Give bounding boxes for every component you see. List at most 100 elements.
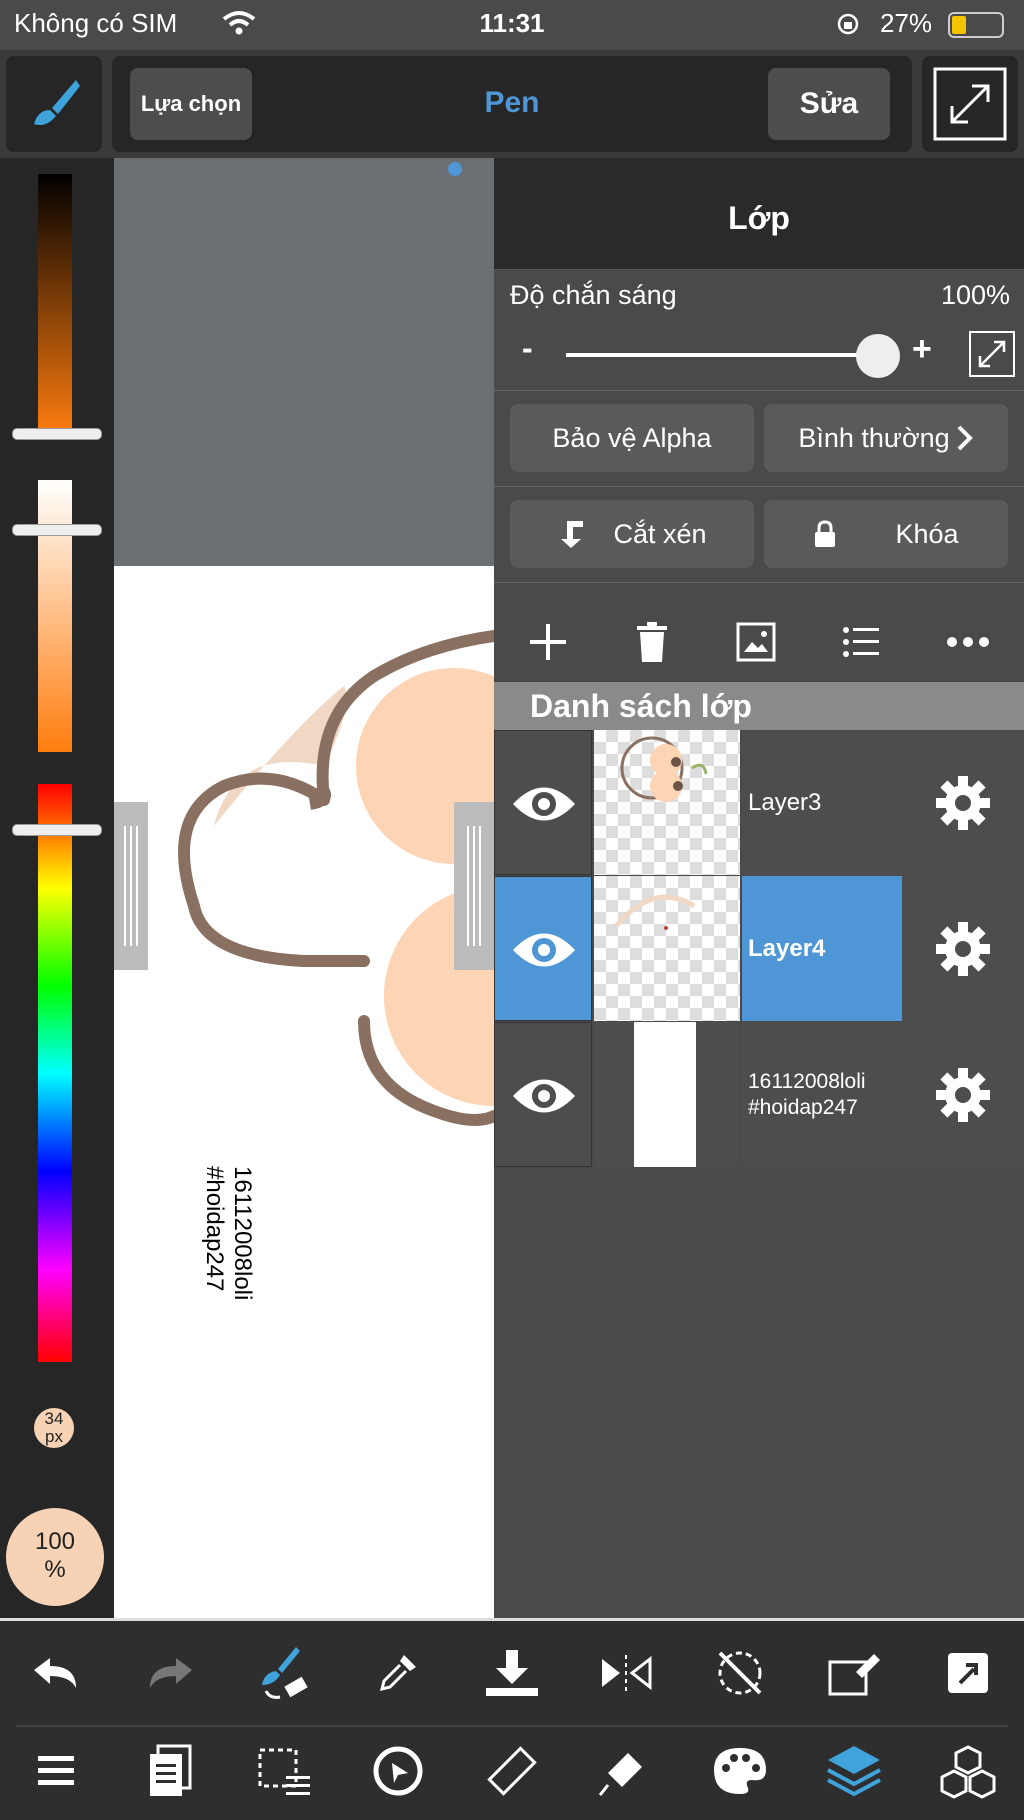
list-icon[interactable] [843, 626, 880, 658]
transform-button[interactable] [348, 1731, 448, 1811]
eye-icon [513, 1079, 575, 1113]
menu-icon [38, 1756, 74, 1785]
watermark-line1: 16112008loli [229, 1166, 256, 1301]
rotation-lock-icon [837, 13, 859, 35]
layer-name[interactable]: 16112008loli #hoidap247 [742, 1022, 902, 1167]
brightness-slider[interactable] [38, 174, 72, 436]
brush-transform-button[interactable] [234, 1633, 334, 1713]
download-icon [486, 1650, 538, 1696]
more-options-icon[interactable] [946, 636, 990, 648]
drawing-canvas[interactable]: 16112008loli #hoidap247 [114, 566, 494, 1618]
fullscreen-button[interactable] [922, 56, 1018, 152]
layer-list-header: Danh sách lớp [494, 682, 1024, 730]
canvas-edit-icon [828, 1654, 880, 1696]
layers-button[interactable] [804, 1731, 904, 1811]
status-bar: Không có SIM 11:31 27% [0, 0, 1024, 50]
hue-handle[interactable] [12, 824, 102, 836]
layers-icon [827, 1746, 881, 1797]
layer-settings-button[interactable] [902, 876, 1024, 1021]
hue-slider[interactable] [38, 784, 72, 1362]
right-panel-drag-handle[interactable] [454, 802, 494, 970]
expand-icon [933, 67, 1007, 141]
saturation-slider[interactable] [38, 480, 72, 752]
canvas-watermark: 16112008loli #hoidap247 [200, 1166, 256, 1300]
visibility-toggle[interactable] [494, 876, 592, 1021]
delete-layer-icon[interactable] [635, 622, 669, 662]
brush-tool-button[interactable] [6, 56, 102, 152]
layer-name[interactable]: Layer4 [742, 876, 902, 1021]
opacity-slider[interactable] [566, 353, 896, 357]
brush-opacity-indicator[interactable]: 100 % [6, 1508, 104, 1606]
layers-title: Lớp [728, 200, 790, 236]
ruler-button[interactable] [462, 1731, 562, 1811]
canvas-background [114, 158, 494, 568]
lock-button[interactable]: Khóa [764, 500, 1008, 568]
lock-icon [815, 520, 836, 547]
lock-label: Khóa [895, 518, 959, 549]
pages-button[interactable] [120, 1731, 220, 1811]
battery-percent: 27% [880, 8, 933, 38]
layer-settings-button[interactable] [902, 1022, 1024, 1167]
bottom-toolbar-row1 [6, 1633, 1018, 1713]
clock: 11:31 [479, 8, 545, 38]
save-button[interactable] [462, 1633, 562, 1713]
layer-actions [494, 594, 1024, 690]
share-button[interactable] [918, 1633, 1018, 1713]
layer-row[interactable]: Layer3 [494, 730, 1024, 875]
eyedropper-button[interactable] [348, 1633, 448, 1713]
cubes-icon [940, 1745, 996, 1799]
edit-button[interactable]: Sửa [768, 68, 890, 140]
layer-settings-button[interactable] [902, 730, 1024, 875]
layers-header: Lớp [494, 158, 1024, 270]
redo-button[interactable] [120, 1633, 220, 1713]
pages-icon [150, 1744, 192, 1796]
flip-icon [602, 1655, 652, 1691]
opacity-label: Độ chắn sáng [510, 280, 677, 310]
layer-row-selected[interactable]: Layer4 [494, 876, 1024, 1021]
color-palette-button[interactable] [690, 1731, 790, 1811]
edit-canvas-button[interactable] [804, 1633, 904, 1713]
saturation-handle[interactable] [12, 524, 102, 536]
3d-model-button[interactable] [918, 1731, 1018, 1811]
layers-panel: Lớp Độ chắn sáng 100% - + Bảo vệ Alpha B… [494, 158, 1024, 1618]
undo-icon [34, 1658, 76, 1688]
selection-icon [258, 1748, 310, 1795]
tool-bar-center: Lựa chọn Pen Sửa [112, 56, 912, 152]
material-button[interactable] [576, 1731, 676, 1811]
left-panel-drag-handle[interactable] [114, 802, 148, 970]
opacity-slider-knob[interactable] [856, 334, 900, 378]
brush-size-indicator[interactable]: 34 px [34, 1408, 74, 1448]
watermark-line2: #hoidap247 [201, 1166, 228, 1292]
rotate-canvas-button[interactable] [690, 1633, 790, 1713]
blend-mode-label: Bình thường [798, 422, 950, 453]
image-layer-icon[interactable] [736, 622, 776, 662]
layer-list-title: Danh sách lớp [530, 688, 752, 724]
chevron-right-icon [957, 425, 973, 451]
flip-button[interactable] [576, 1633, 676, 1713]
undo-button[interactable] [6, 1633, 106, 1713]
opacity-increase-button[interactable]: + [912, 330, 932, 369]
layer-row[interactable]: 16112008loli #hoidap247 [494, 1022, 1024, 1167]
visibility-toggle[interactable] [494, 730, 592, 875]
alpha-protect-button[interactable]: Bảo vệ Alpha [510, 404, 754, 472]
add-layer-icon[interactable] [528, 622, 568, 662]
clipping-button[interactable]: Cắt xén [510, 500, 754, 568]
blend-mode-button[interactable]: Bình thường [764, 404, 1008, 472]
layer-name[interactable]: Layer3 [742, 730, 902, 875]
eyedropper-icon [379, 1655, 416, 1692]
bottom-toolbar [0, 1618, 1024, 1820]
opacity-decrease-button[interactable]: - [522, 330, 533, 367]
gear-icon [936, 1067, 990, 1122]
menu-button[interactable] [6, 1731, 106, 1811]
opacity-value: 100% [940, 280, 1010, 310]
expand-opacity-icon[interactable] [968, 330, 1016, 378]
bottom-toolbar-row2 [6, 1731, 1018, 1811]
page-indicator-dot [448, 162, 462, 176]
visibility-toggle[interactable] [494, 1022, 592, 1167]
palette-icon [714, 1748, 766, 1794]
selection-button[interactable] [234, 1731, 334, 1811]
share-icon [948, 1653, 988, 1693]
redo-icon [150, 1658, 192, 1688]
brightness-handle[interactable] [12, 428, 102, 440]
clipping-icon [561, 521, 584, 548]
